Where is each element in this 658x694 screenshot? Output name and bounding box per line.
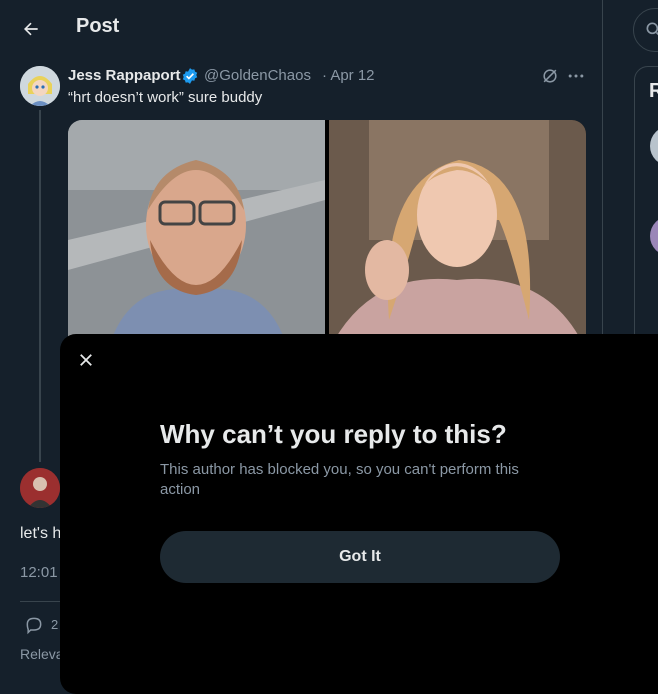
thread-line: [39, 110, 41, 462]
reply-avatar[interactable]: [20, 468, 60, 508]
grok-icon[interactable]: [540, 66, 560, 86]
dialog-title: Why can’t you reply to this?: [160, 419, 507, 449]
back-button[interactable]: [18, 16, 44, 42]
author-name[interactable]: Jess Rappaport: [68, 67, 181, 84]
reply-restriction-dialog: [60, 334, 658, 694]
dialog-description: This author has blocked you, so you can'…: [160, 461, 519, 498]
back-arrow-icon: [24, 22, 38, 36]
close-icon: [80, 354, 92, 366]
photo-before[interactable]: [68, 120, 325, 350]
author-avatar[interactable]: [20, 66, 60, 106]
reply-text: let's h: [20, 525, 62, 542]
comment-count: 2: [51, 617, 59, 632]
photo-after[interactable]: [329, 120, 586, 350]
tweet-media[interactable]: [68, 120, 586, 350]
sidebar-card-title: R: [649, 80, 658, 102]
sort-relevance-label[interactable]: Releva: [20, 646, 64, 662]
got-it-button[interactable]: Got It: [160, 531, 560, 583]
search-icon: [646, 22, 658, 36]
page-title: Post: [76, 15, 120, 37]
author-handle[interactable]: @GoldenChaos: [204, 67, 311, 84]
search-button[interactable]: [633, 8, 658, 52]
tweet-text: “hrt doesn’t work” sure buddy: [68, 89, 263, 106]
reply-timestamp[interactable]: 12:01: [20, 564, 58, 581]
tweet-date[interactable]: · Apr 12: [322, 67, 375, 84]
verified-badge-icon: [181, 67, 199, 85]
close-button[interactable]: [72, 346, 100, 374]
comment-icon[interactable]: [24, 615, 44, 635]
more-icon[interactable]: [566, 66, 586, 86]
